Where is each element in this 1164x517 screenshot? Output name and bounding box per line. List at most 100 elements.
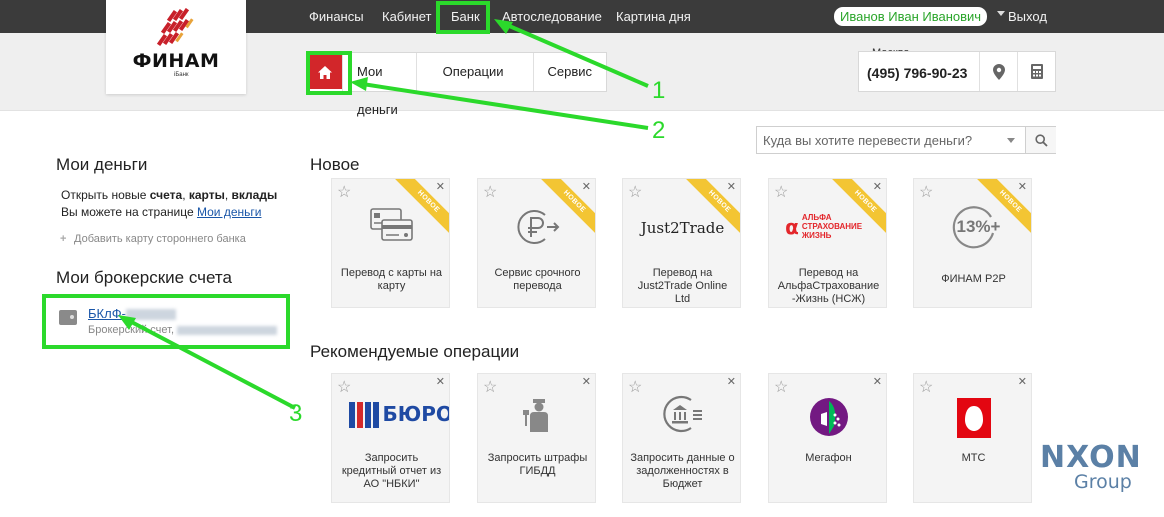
my-money-link[interactable]: Мои деньги <box>197 205 261 219</box>
card-traffic-fines[interactable]: ☆ ✕ Запросить штрафы ГИБДД <box>477 373 596 503</box>
percent-text: 13%+ <box>956 217 1001 236</box>
close-icon[interactable]: ✕ <box>582 375 591 388</box>
finam-logo[interactable]: ФИНАМ iБанк <box>106 0 246 94</box>
tab-operations[interactable]: Операции <box>415 53 534 91</box>
star-icon[interactable]: ☆ <box>774 377 788 397</box>
calculator-button[interactable] <box>1017 52 1055 91</box>
cards-icon <box>332 207 449 243</box>
close-icon[interactable]: ✕ <box>436 375 445 388</box>
broker-account-subtitle: Брокерский счет, <box>88 324 278 336</box>
highlight-account <box>42 294 290 349</box>
nbki-logo: БЮРО <box>332 396 450 432</box>
tab-service[interactable]: Сервис <box>533 53 606 91</box>
budget-icon <box>623 392 740 436</box>
card-alfa-insurance[interactable]: ☆ ✕ НОВОЕ α АЛЬФА СТРАХОВАНИЕ ЖИЗНЬ Пере… <box>768 178 887 308</box>
nxon-watermark: NXON Group <box>1040 440 1152 495</box>
close-icon[interactable]: ✕ <box>582 180 591 193</box>
card-label: Запросить данные о задолженностях в Бюдж… <box>630 452 735 490</box>
annotation-3: 3 <box>289 400 303 427</box>
card-label: ФИНАМ P2P <box>941 273 1006 285</box>
close-icon[interactable]: ✕ <box>1018 180 1027 193</box>
nav-cabinet[interactable]: Кабинет <box>382 0 431 33</box>
alfa-logo-text: АЛЬФА СТРАХОВАНИЕ ЖИЗНЬ <box>801 213 863 240</box>
card-label: Перевод на АльфаСтрахование -Жизнь (НСЖ) <box>777 267 880 305</box>
search-button[interactable] <box>1025 127 1056 153</box>
card-budget-debts[interactable]: ☆ ✕ Запросить данные о задолженностях в … <box>622 373 741 503</box>
new-section-heading: Новое <box>310 155 360 174</box>
location-button[interactable] <box>979 52 1017 91</box>
close-icon[interactable]: ✕ <box>727 180 736 193</box>
card-finam-p2p[interactable]: ☆ ✕ НОВОЕ 13%+ ФИНАМ P2P <box>913 178 1032 308</box>
close-icon[interactable]: ✕ <box>873 180 882 193</box>
card-megafon[interactable]: ☆ ✕ Мегафон <box>768 373 887 503</box>
open-item-accounts: счета <box>149 188 183 202</box>
finam-logo-icon <box>156 8 194 47</box>
broker-accounts-heading: Мои брокерские счета <box>56 268 232 287</box>
contact-box: (495) 796-90-23 <box>858 51 1056 92</box>
account-name: БКлФ- <box>88 306 126 321</box>
tab-home[interactable] <box>308 53 342 91</box>
percent-icon: 13%+ <box>914 205 1031 251</box>
phone-number: (495) 796-90-23 <box>867 65 968 81</box>
logout-link[interactable]: Выход <box>1008 0 1047 33</box>
star-icon[interactable]: ☆ <box>337 377 351 397</box>
home-icon <box>318 65 332 79</box>
close-icon[interactable]: ✕ <box>436 180 445 193</box>
page-prefix: Вы можете на странице <box>61 205 197 219</box>
redacted-account-number <box>125 309 176 321</box>
card-mts[interactable]: ☆ ✕ МТС <box>913 373 1032 503</box>
my-money-page-text: Вы можете на странице Мои деньги <box>61 205 261 219</box>
watermark-bottom-text: Group <box>1074 471 1132 493</box>
close-icon[interactable]: ✕ <box>1018 375 1027 388</box>
card-label: Мегафон <box>805 452 852 464</box>
just2trade-logo: Just2Trade <box>640 219 725 237</box>
star-icon[interactable]: ☆ <box>919 377 933 397</box>
card-label: Запросить кредитный отчет из АО "НБКИ" <box>341 452 442 490</box>
logo-brand-text: ФИНАМ <box>132 50 220 72</box>
tab-my-money[interactable]: Мои деньги <box>342 53 416 117</box>
card-urgent-transfer[interactable]: ☆ ✕ НОВОЕ Сервис срочного перевода <box>477 178 596 308</box>
star-icon[interactable]: ☆ <box>919 182 933 202</box>
nav-autofollowing[interactable]: Автоследование <box>502 0 602 33</box>
calculator-icon <box>1030 64 1043 79</box>
home-button[interactable] <box>308 55 342 89</box>
watermark-top-text: NXON <box>1040 440 1142 475</box>
nav-day-picture[interactable]: Картина дня <box>616 0 691 33</box>
main-tabs: Мои деньги Операции Сервис <box>307 52 607 117</box>
traffic-police-icon <box>478 394 595 434</box>
card-label: Сервис срочного перевода <box>494 267 581 292</box>
open-item-deposits: вклады <box>231 188 278 202</box>
alfa-letter-icon: α <box>785 214 799 239</box>
card-card-to-card[interactable]: ☆ ✕ НОВОЕ Перевод с карты на карту <box>331 178 450 308</box>
open-new-text: Открыть новые счета, карты, вклады <box>61 188 278 202</box>
recommended-section-heading: Рекомендуемые операции <box>310 342 520 361</box>
transfer-search <box>756 126 1056 154</box>
annotation-1: 1 <box>652 77 666 104</box>
nav-finances[interactable]: Финансы <box>309 0 364 33</box>
chevron-down-icon[interactable] <box>1007 138 1015 143</box>
search-input[interactable] <box>757 127 997 153</box>
search-icon <box>1034 133 1048 147</box>
close-icon[interactable]: ✕ <box>727 375 736 388</box>
plus-icon: + <box>60 233 67 245</box>
card-label: Перевод с карты на карту <box>340 267 443 292</box>
close-icon[interactable]: ✕ <box>873 375 882 388</box>
add-card-link[interactable]: + Добавить карту стороннего банка <box>60 233 246 245</box>
chevron-down-icon[interactable] <box>997 11 1005 16</box>
nbki-logo-text: БЮРО <box>382 402 450 426</box>
star-icon[interactable]: ☆ <box>774 182 788 202</box>
star-icon[interactable]: ☆ <box>483 182 497 202</box>
star-icon[interactable]: ☆ <box>628 182 642 202</box>
star-icon[interactable]: ☆ <box>337 182 351 202</box>
mts-logo <box>914 398 1031 438</box>
broker-account-link[interactable]: БКлФ- <box>88 306 176 321</box>
ruble-transfer-icon <box>478 207 595 247</box>
card-just2trade[interactable]: ☆ ✕ НОВОЕ Just2Trade Перевод на Just2Tra… <box>622 178 741 308</box>
alfa-logo: α АЛЬФА СТРАХОВАНИЕ ЖИЗНЬ <box>769 213 886 240</box>
user-menu[interactable]: Иванов Иван Иванович <box>834 7 988 26</box>
nav-bank[interactable]: Банк <box>451 0 480 33</box>
card-label: Запросить штрафы ГИБДД <box>487 452 588 477</box>
open-item-cards: карты <box>188 188 225 202</box>
my-money-heading: Мои деньги <box>56 155 148 174</box>
card-credit-report[interactable]: ☆ ✕ БЮРО Запросить кредитный отчет из АО… <box>331 373 450 503</box>
